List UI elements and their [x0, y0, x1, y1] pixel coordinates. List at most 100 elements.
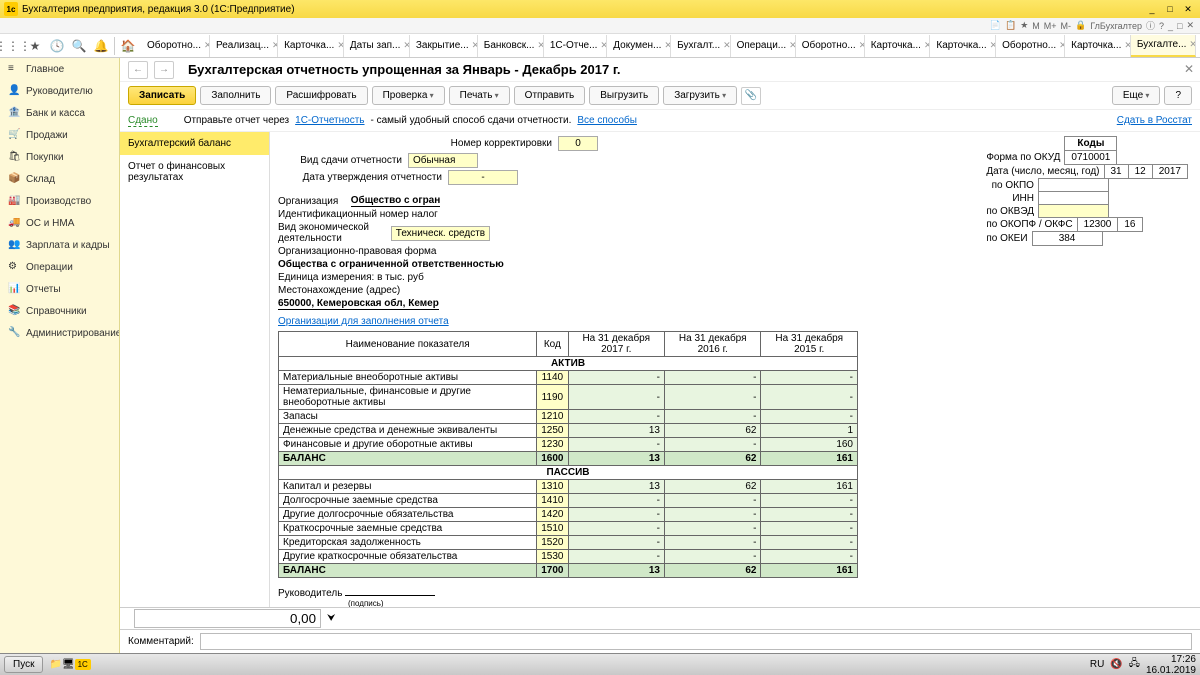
status-link[interactable]: Сдано: [128, 115, 158, 127]
status-icon[interactable]: M: [1032, 21, 1040, 31]
table-cell[interactable]: -: [761, 536, 858, 550]
table-cell[interactable]: -: [761, 494, 858, 508]
apps-icon[interactable]: ⋮⋮⋮: [4, 37, 22, 55]
lang-indicator[interactable]: RU: [1090, 659, 1104, 670]
stepper-icon[interactable]: ⮟: [327, 613, 336, 624]
tab-close-icon[interactable]: ✕: [664, 40, 671, 51]
table-cell[interactable]: -: [568, 522, 664, 536]
table-cell[interactable]: -: [568, 385, 664, 410]
corr-input[interactable]: [558, 136, 598, 151]
document-tab[interactable]: Закрытие...✕: [410, 35, 478, 57]
table-cell[interactable]: 62: [664, 424, 760, 438]
report-section[interactable]: Бухгалтерский баланс: [120, 132, 269, 155]
home-icon[interactable]: 🏠: [119, 37, 137, 55]
table-cell[interactable]: -: [568, 508, 664, 522]
table-cell[interactable]: -: [761, 371, 858, 385]
table-cell[interactable]: -: [568, 438, 664, 452]
export-button[interactable]: Выгрузить: [589, 86, 659, 105]
forward-button[interactable]: →: [154, 61, 174, 79]
close-page-icon[interactable]: ✕: [1184, 62, 1194, 76]
table-cell[interactable]: 13: [568, 424, 664, 438]
status-icon[interactable]: 📄: [990, 20, 1001, 31]
document-tab[interactable]: Бухгалте...✕: [1131, 35, 1196, 57]
table-cell[interactable]: 13: [568, 480, 664, 494]
reporting-link[interactable]: 1С-Отчетность: [295, 115, 364, 126]
help-button[interactable]: ?: [1164, 86, 1192, 105]
status-icon[interactable]: M+: [1044, 21, 1057, 31]
table-cell[interactable]: 1: [761, 424, 858, 438]
star-icon[interactable]: ★: [26, 37, 44, 55]
table-cell[interactable]: -: [568, 410, 664, 424]
document-tab[interactable]: Бухгалт...✕: [671, 35, 730, 57]
maximize-icon[interactable]: □: [1162, 2, 1178, 16]
status-icon[interactable]: 📋: [1005, 20, 1016, 31]
min-icon[interactable]: _: [1168, 21, 1173, 31]
sidebar-item[interactable]: 🚚ОС и НМА: [0, 212, 119, 234]
send-button[interactable]: Отправить: [514, 86, 586, 105]
print-button[interactable]: Печать: [449, 86, 510, 105]
document-tab[interactable]: Оборотно...✕: [141, 35, 210, 57]
report-section[interactable]: Отчет о финансовых результатах: [120, 155, 269, 189]
table-cell[interactable]: 62: [664, 480, 760, 494]
table-cell[interactable]: -: [761, 410, 858, 424]
vid-input[interactable]: [408, 153, 478, 168]
sidebar-item[interactable]: 👥Зарплата и кадры: [0, 234, 119, 256]
table-cell[interactable]: -: [761, 522, 858, 536]
taskbar-app-icon[interactable]: 1C: [75, 659, 91, 670]
sidebar-item[interactable]: 📦Склад: [0, 168, 119, 190]
close-icon[interactable]: ✕: [1180, 2, 1196, 16]
value-input[interactable]: [134, 609, 321, 628]
x-icon[interactable]: ✕: [1186, 20, 1194, 31]
sign-line[interactable]: [345, 595, 435, 596]
attach-icon[interactable]: 📎: [741, 87, 761, 105]
table-cell[interactable]: 160: [761, 438, 858, 452]
sidebar-item[interactable]: ⚙Операции: [0, 256, 119, 278]
info-icon[interactable]: ⓘ: [1146, 19, 1155, 32]
comment-input[interactable]: [200, 633, 1192, 650]
start-button[interactable]: Пуск: [4, 656, 43, 673]
ved-value[interactable]: Техническ. средств: [391, 226, 490, 241]
document-tab[interactable]: Оборотно...✕: [796, 35, 865, 57]
document-tab[interactable]: Карточка...✕: [278, 35, 344, 57]
sidebar-item[interactable]: 👤Руководителю: [0, 80, 119, 102]
table-cell[interactable]: -: [761, 508, 858, 522]
tab-close-icon[interactable]: ✕: [600, 40, 607, 51]
sidebar-item[interactable]: 🛒Продажи: [0, 124, 119, 146]
fill-button[interactable]: Заполнить: [200, 86, 271, 105]
table-cell[interactable]: -: [664, 410, 760, 424]
document-tab[interactable]: Карточка...✕: [930, 35, 996, 57]
inn-value[interactable]: [1038, 192, 1108, 205]
check-button[interactable]: Проверка: [372, 86, 445, 105]
org-fill-link[interactable]: Организации для заполнения отчета: [278, 316, 449, 327]
sidebar-item[interactable]: 🏭Производство: [0, 190, 119, 212]
tray-icon[interactable]: 🖧: [1129, 656, 1140, 673]
document-tab[interactable]: Карточка...✕: [1065, 35, 1131, 57]
status-icon[interactable]: ★: [1020, 20, 1028, 31]
table-cell[interactable]: -: [568, 494, 664, 508]
document-tab[interactable]: Операци...✕: [731, 35, 796, 57]
minimize-icon[interactable]: _: [1144, 2, 1160, 16]
table-cell[interactable]: -: [664, 508, 760, 522]
table-cell[interactable]: -: [664, 438, 760, 452]
save-button[interactable]: Записать: [128, 86, 196, 105]
table-cell[interactable]: 161: [761, 480, 858, 494]
max-icon[interactable]: □: [1177, 21, 1182, 31]
table-cell[interactable]: -: [664, 371, 760, 385]
more-button[interactable]: Еще: [1112, 86, 1161, 105]
sidebar-item[interactable]: 🔧Администрирование: [0, 322, 119, 344]
decode-button[interactable]: Расшифровать: [275, 86, 367, 105]
table-cell[interactable]: -: [664, 522, 760, 536]
document-tab[interactable]: 1С-Отче...✕: [544, 35, 607, 57]
table-cell[interactable]: -: [664, 494, 760, 508]
tab-close-icon[interactable]: ✕: [723, 40, 730, 51]
taskbar-app-icon[interactable]: 🖥: [62, 659, 75, 670]
tab-close-icon[interactable]: ✕: [789, 40, 796, 51]
okpo-value[interactable]: [1038, 179, 1108, 192]
table-cell[interactable]: -: [664, 536, 760, 550]
import-button[interactable]: Загрузить: [663, 86, 737, 105]
table-cell[interactable]: -: [568, 371, 664, 385]
sidebar-item[interactable]: 📚Справочники: [0, 300, 119, 322]
history-icon[interactable]: 🕓: [48, 37, 66, 55]
all-methods-link[interactable]: Все способы: [577, 115, 637, 126]
datea-input[interactable]: [448, 170, 518, 185]
